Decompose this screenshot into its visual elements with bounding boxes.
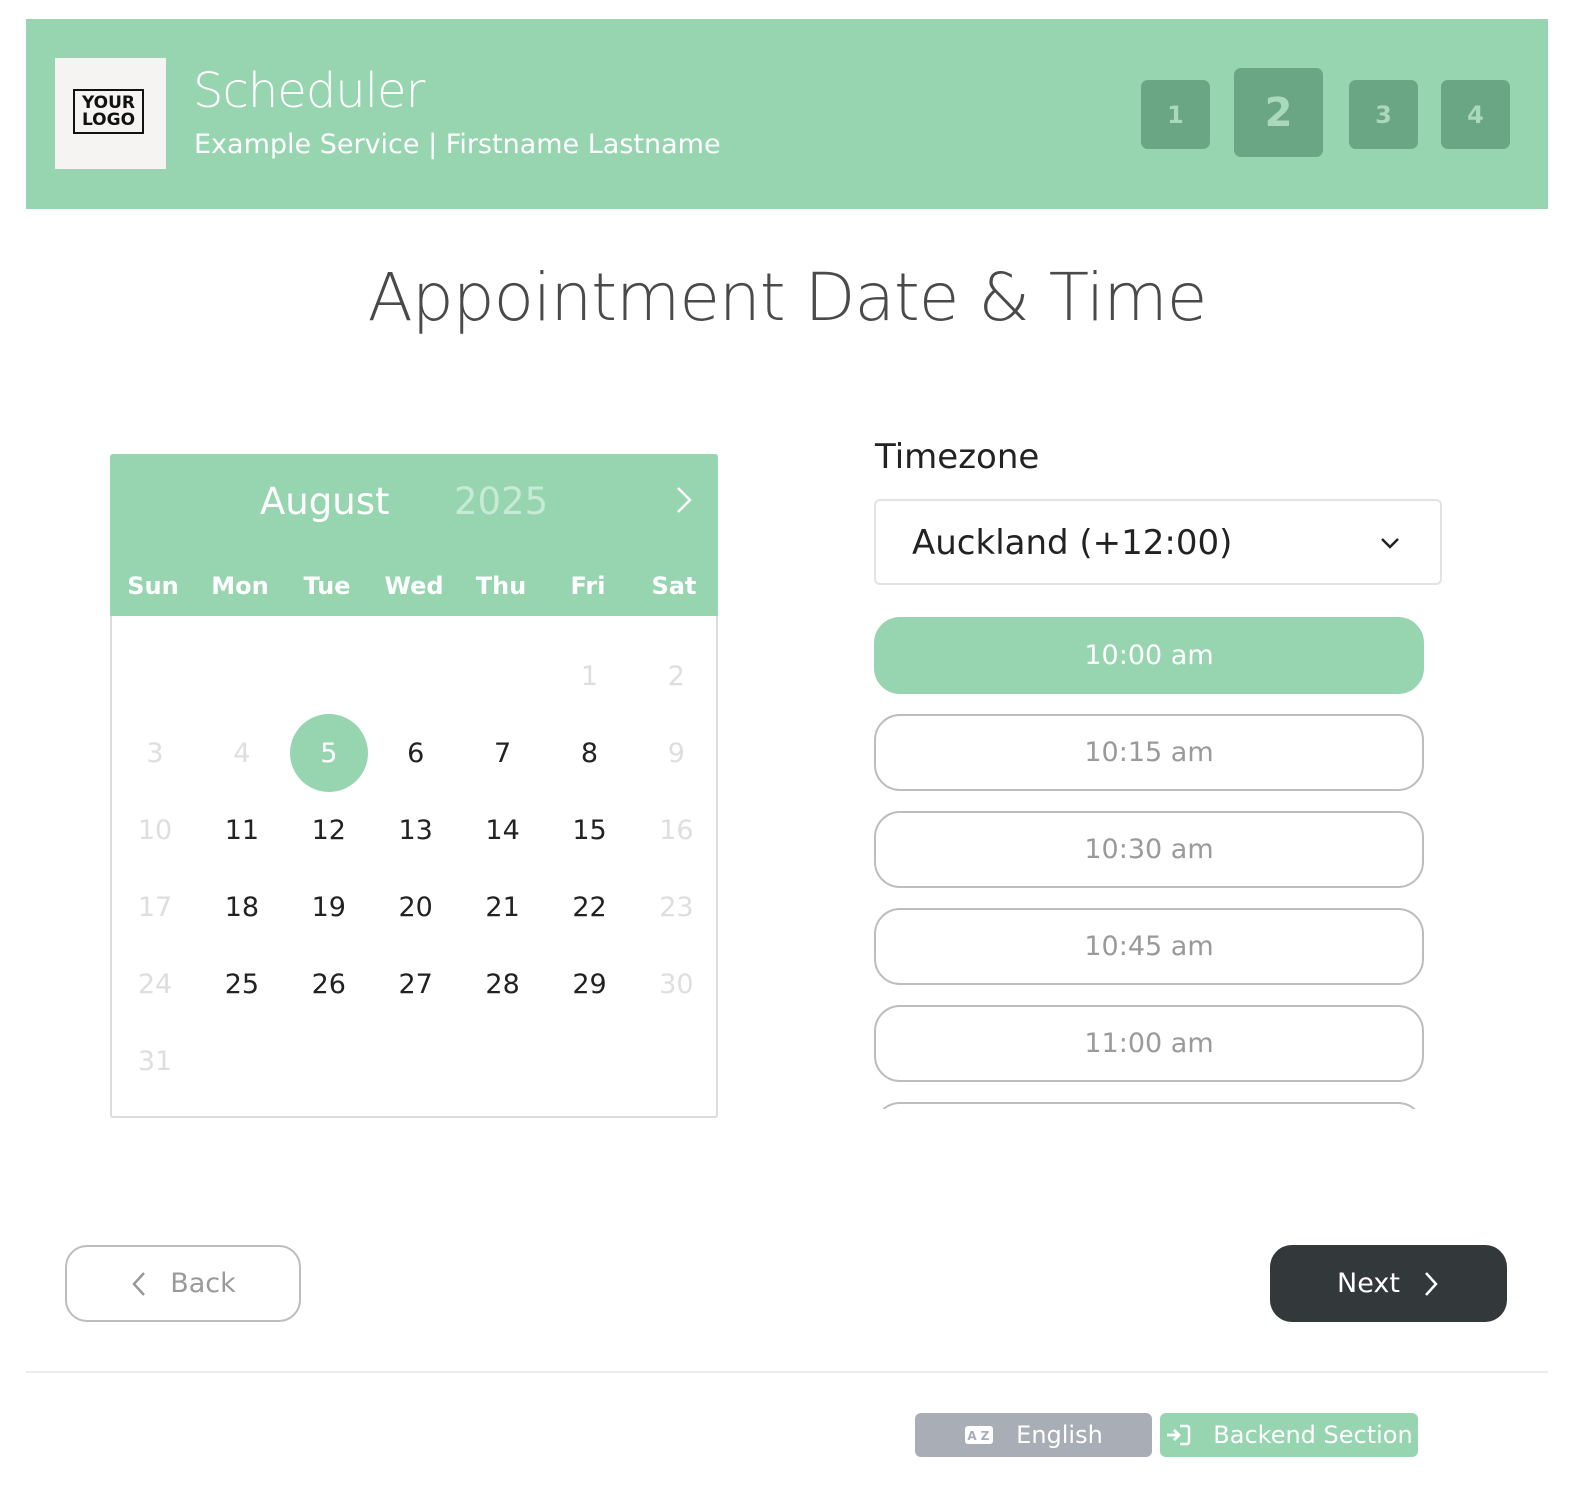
logo-mark: YOUR LOGO <box>73 89 144 134</box>
calendar-day-selected[interactable]: 5 <box>289 714 368 792</box>
calendar-day[interactable]: 6 <box>377 714 455 792</box>
calendar-day[interactable]: 13 <box>377 791 455 869</box>
timezone-value: Auckland (+12:00) <box>912 523 1233 563</box>
logo-line-1: YOUR <box>81 92 136 113</box>
step-3: 3 <box>1349 80 1418 149</box>
chevron-down-icon <box>1381 538 1399 549</box>
back-button[interactable]: Back <box>65 1245 301 1322</box>
header: YOUR LOGO Scheduler Example Service | Fi… <box>26 19 1548 209</box>
calendar-year: 2025 <box>454 480 549 523</box>
backend-section-button[interactable]: Backend Section <box>1160 1413 1418 1457</box>
timezone-select[interactable]: Auckland (+12:00) <box>874 499 1442 585</box>
calendar-day[interactable]: 20 <box>377 868 455 946</box>
calendar-day: 16 <box>659 814 694 846</box>
chevron-left-icon <box>132 1271 146 1296</box>
calendar-day[interactable]: 21 <box>464 868 542 946</box>
calendar-day[interactable]: 15 <box>551 791 629 869</box>
calendar-month: August <box>260 480 390 523</box>
weekday-thu: Thu <box>475 572 527 600</box>
time-slot[interactable]: 10:30 am <box>874 811 1424 888</box>
company-logo: YOUR LOGO <box>55 58 166 169</box>
footer-divider <box>26 1371 1548 1373</box>
language-icon: A Z <box>965 1426 994 1444</box>
next-button-label: Next <box>1337 1268 1400 1299</box>
weekday-wed: Wed <box>384 572 444 600</box>
calendar-day[interactable]: 14 <box>464 791 542 869</box>
backend-section-label: Backend Section <box>1213 1421 1413 1449</box>
chevron-right-icon <box>677 487 692 513</box>
time-slot[interactable]: 11:00 am <box>874 1005 1424 1082</box>
step-2-active: 2 <box>1234 68 1323 157</box>
time-slot[interactable]: 10:45 am <box>874 908 1424 985</box>
calendar-day: 23 <box>659 891 694 923</box>
calendar-day[interactable]: 29 <box>551 945 629 1023</box>
calendar-header: August 2025 Sun Mon Tue Wed Thu Fri Sat <box>110 454 718 616</box>
logo-line-2: LOGO <box>81 109 136 130</box>
calendar-day: 17 <box>137 891 173 923</box>
sign-in-icon <box>1167 1424 1191 1446</box>
timezone-label: Timezone <box>875 437 1040 477</box>
next-month-button[interactable] <box>670 476 700 522</box>
time-slot[interactable]: 10:15 am <box>874 714 1424 791</box>
calendar-day[interactable]: 28 <box>464 945 542 1023</box>
calendar-day: 30 <box>659 968 694 1000</box>
step-1: 1 <box>1141 80 1210 149</box>
calendar-day: 10 <box>137 814 173 846</box>
calendar-day: 31 <box>137 1045 173 1077</box>
step-4: 4 <box>1441 80 1510 149</box>
language-label: English <box>1016 1421 1103 1449</box>
svg-text:Z: Z <box>981 1429 990 1443</box>
service-provider-subtitle: Example Service | Firstname Lastname <box>194 129 721 160</box>
next-button[interactable]: Next <box>1270 1245 1507 1322</box>
time-slot[interactable] <box>874 1102 1424 1109</box>
calendar-day[interactable]: 27 <box>377 945 455 1023</box>
calendar-day: 24 <box>137 968 173 1000</box>
booking-page: YOUR LOGO Scheduler Example Service | Fi… <box>26 19 1548 1488</box>
time-slot-list[interactable]: 10:00 am 10:15 am 10:30 am 10:45 am 11:00 am <box>874 617 1424 1109</box>
calendar-day: 4 <box>233 737 251 769</box>
calendar-day[interactable]: 22 <box>551 868 629 946</box>
calendar-day: 9 <box>667 737 685 769</box>
date-picker-calendar: August 2025 Sun Mon Tue Wed Thu Fri Sat … <box>110 454 718 1118</box>
calendar-day: 2 <box>667 660 685 692</box>
calendar-day: 3 <box>146 737 164 769</box>
weekday-sat: Sat <box>651 572 697 600</box>
back-button-label: Back <box>170 1268 236 1299</box>
calendar-day: 1 <box>580 660 599 692</box>
time-slot-selected[interactable]: 10:00 am <box>874 617 1424 694</box>
calendar-day[interactable]: 25 <box>203 945 281 1023</box>
calendar-day[interactable]: 26 <box>290 945 368 1023</box>
calendar-day[interactable]: 18 <box>203 868 281 946</box>
page-title: Appointment Date & Time <box>367 259 1208 336</box>
chevron-right-icon <box>1425 1271 1438 1296</box>
calendar-day[interactable]: 11 <box>203 791 281 869</box>
calendar-day[interactable]: 12 <box>290 791 368 869</box>
weekday-mon: Mon <box>211 572 269 600</box>
language-button[interactable]: A Z English <box>915 1413 1152 1457</box>
app-title: Scheduler <box>193 63 425 119</box>
weekday-sun: Sun <box>127 572 179 600</box>
calendar-day[interactable]: 19 <box>290 868 368 946</box>
weekday-fri: Fri <box>570 572 606 600</box>
calendar-day[interactable]: 7 <box>464 714 542 792</box>
svg-text:A: A <box>968 1429 978 1443</box>
weekday-tue: Tue <box>303 572 351 600</box>
calendar-day[interactable]: 8 <box>551 714 629 792</box>
